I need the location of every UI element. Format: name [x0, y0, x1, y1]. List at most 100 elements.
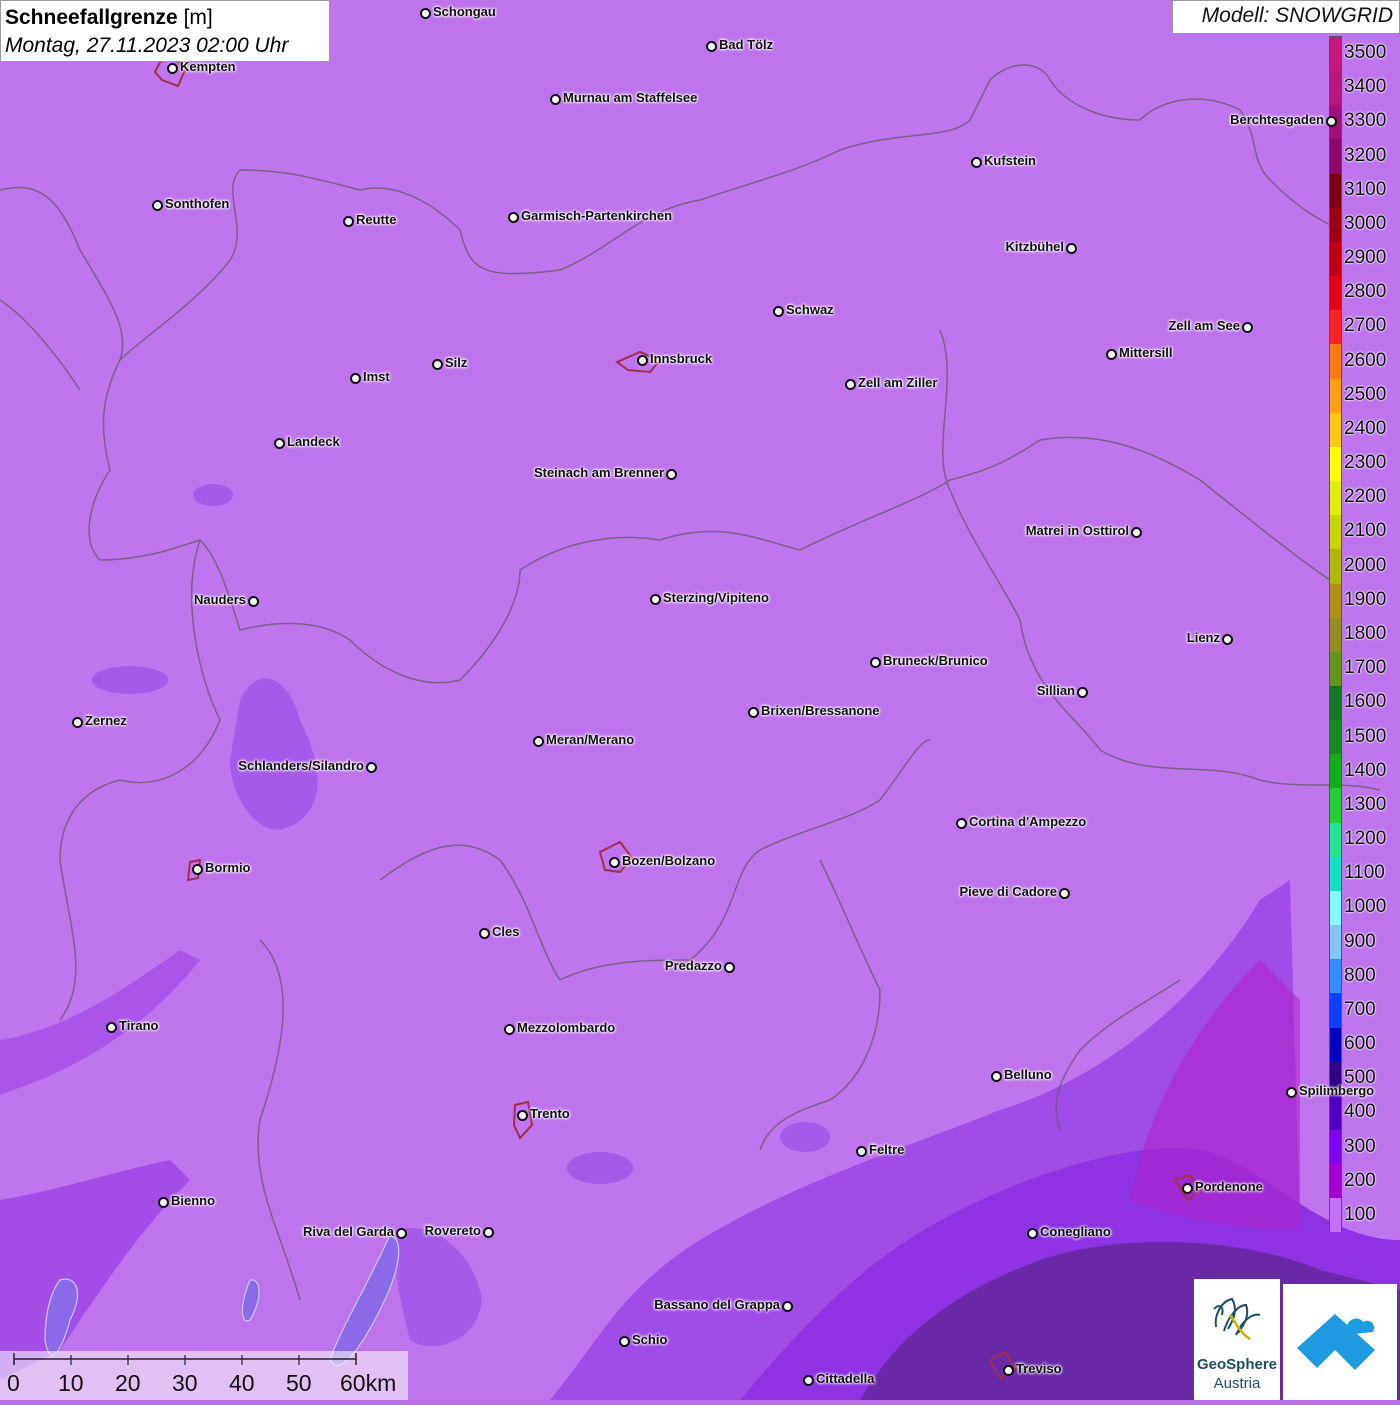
legend-label: 1900 [1344, 588, 1387, 610]
city-label: Bormio [205, 860, 251, 875]
city-marker [803, 1375, 814, 1386]
city-marker [1106, 349, 1117, 360]
legend-label: 3000 [1344, 212, 1387, 234]
city-marker [432, 359, 443, 370]
city-label: Rovereto [424, 1223, 481, 1238]
city-marker [550, 94, 561, 105]
legend-label: 700 [1344, 998, 1376, 1020]
map-title-box: Schneefallgrenze [m] Montag, 27.11.2023 … [0, 0, 330, 62]
legend-label: 3300 [1344, 110, 1387, 132]
city-marker [533, 736, 544, 747]
city-marker [1066, 243, 1077, 254]
city-label: Schongau [433, 4, 496, 19]
city-label: Bad Tölz [719, 37, 774, 52]
city-label: Belluno [1004, 1067, 1052, 1082]
legend-swatch [1330, 685, 1341, 721]
city-marker [483, 1227, 494, 1238]
city-marker [152, 200, 163, 211]
city-marker [637, 355, 648, 366]
scale-bar-label: 20 [115, 1370, 141, 1396]
city-marker [971, 157, 982, 168]
city-marker [106, 1022, 117, 1033]
city-label: Brixen/Bressanone [761, 703, 880, 718]
city-marker [666, 469, 677, 480]
legend-label: 900 [1344, 930, 1376, 952]
city-marker [1003, 1365, 1014, 1376]
valley-low-zone [567, 1152, 633, 1184]
city-marker [724, 962, 735, 973]
legend-label: 2600 [1344, 349, 1387, 371]
map-datetime: Montag, 27.11.2023 02:00 Uhr [5, 34, 289, 57]
city-label: Feltre [869, 1142, 905, 1157]
city-label: Bruneck/Brunico [883, 653, 988, 668]
legend-swatch [1330, 276, 1341, 311]
legend-swatch [1330, 1164, 1341, 1199]
city-label: Murnau am Staffelsee [563, 90, 698, 105]
scale-bar-label: 60km [340, 1370, 397, 1396]
legend-swatch [1330, 481, 1341, 516]
scale-bar-label: 10 [58, 1370, 84, 1396]
city-marker [1131, 527, 1142, 538]
city-label: Matrei in Osttirol [1025, 523, 1129, 538]
geosphere-emblem-icon [1213, 1297, 1261, 1341]
legend-swatch [1330, 754, 1341, 789]
legend-label: 200 [1344, 1169, 1376, 1191]
city-label: Silz [445, 355, 468, 370]
city-label: Kitzbühel [1005, 239, 1065, 254]
legend-swatch [1330, 822, 1341, 857]
legend-label: 2400 [1344, 417, 1387, 439]
city-marker [609, 857, 620, 868]
legend-label: 1100 [1344, 862, 1385, 884]
legend-label: 300 [1344, 1135, 1376, 1157]
city-marker [420, 8, 431, 19]
city-marker [517, 1110, 528, 1121]
legend-swatch [1330, 71, 1341, 106]
legend-swatch [1330, 549, 1341, 584]
legend-label: 2700 [1344, 315, 1387, 337]
city-label: Bassano del Grappa [654, 1297, 780, 1312]
legend-swatch [1330, 959, 1341, 994]
city-marker [1059, 888, 1070, 899]
city-label: Steinach am Brenner [533, 465, 664, 480]
city-marker [192, 864, 203, 875]
legend-label: 2500 [1344, 383, 1387, 405]
city-label: Cittadella [816, 1371, 875, 1386]
city-marker [773, 306, 784, 317]
legend-label: 1400 [1344, 759, 1387, 781]
city-label: Landeck [287, 434, 340, 449]
legend-label: 1600 [1344, 691, 1387, 713]
city-label: Riva del Garda [302, 1224, 394, 1239]
city-marker [706, 41, 717, 52]
city-marker [619, 1336, 630, 1347]
legend-label: 1200 [1344, 828, 1387, 850]
legend-swatch [1330, 583, 1341, 618]
legend-swatch [1330, 139, 1341, 174]
city-label: Schlanders/Silandro [238, 758, 364, 773]
city-label: Garmisch-Partenkirchen [521, 208, 673, 223]
legend-label: 100 [1344, 1203, 1376, 1225]
city-label: Sonthofen [165, 196, 230, 211]
mountain-cloud-icon [1297, 1314, 1375, 1370]
city-label: Kufstein [984, 153, 1036, 168]
city-marker [870, 657, 881, 668]
legend-swatch [1330, 310, 1341, 345]
city-label: Kempten [180, 59, 236, 74]
legend-label: 3400 [1344, 76, 1387, 98]
city-label: Schwaz [786, 302, 834, 317]
city-marker [1242, 322, 1253, 333]
city-label: Lienz [1186, 630, 1220, 645]
city-marker [366, 762, 377, 773]
city-label: Zell am See [1168, 318, 1240, 333]
city-label: Nauders [193, 592, 246, 607]
city-marker [248, 596, 259, 607]
city-label: Trento [530, 1106, 570, 1121]
legend-swatch [1330, 241, 1341, 277]
city-label: Pieve di Cadore [959, 884, 1057, 899]
legend-swatch [1330, 515, 1341, 550]
geosphere-logo-text: GeoSphere [1196, 1356, 1278, 1373]
city-marker [274, 438, 285, 449]
legend-label: 3500 [1344, 42, 1387, 64]
legend-label: 3200 [1344, 144, 1387, 166]
city-marker [350, 373, 361, 384]
legend-label: 600 [1344, 1033, 1376, 1055]
